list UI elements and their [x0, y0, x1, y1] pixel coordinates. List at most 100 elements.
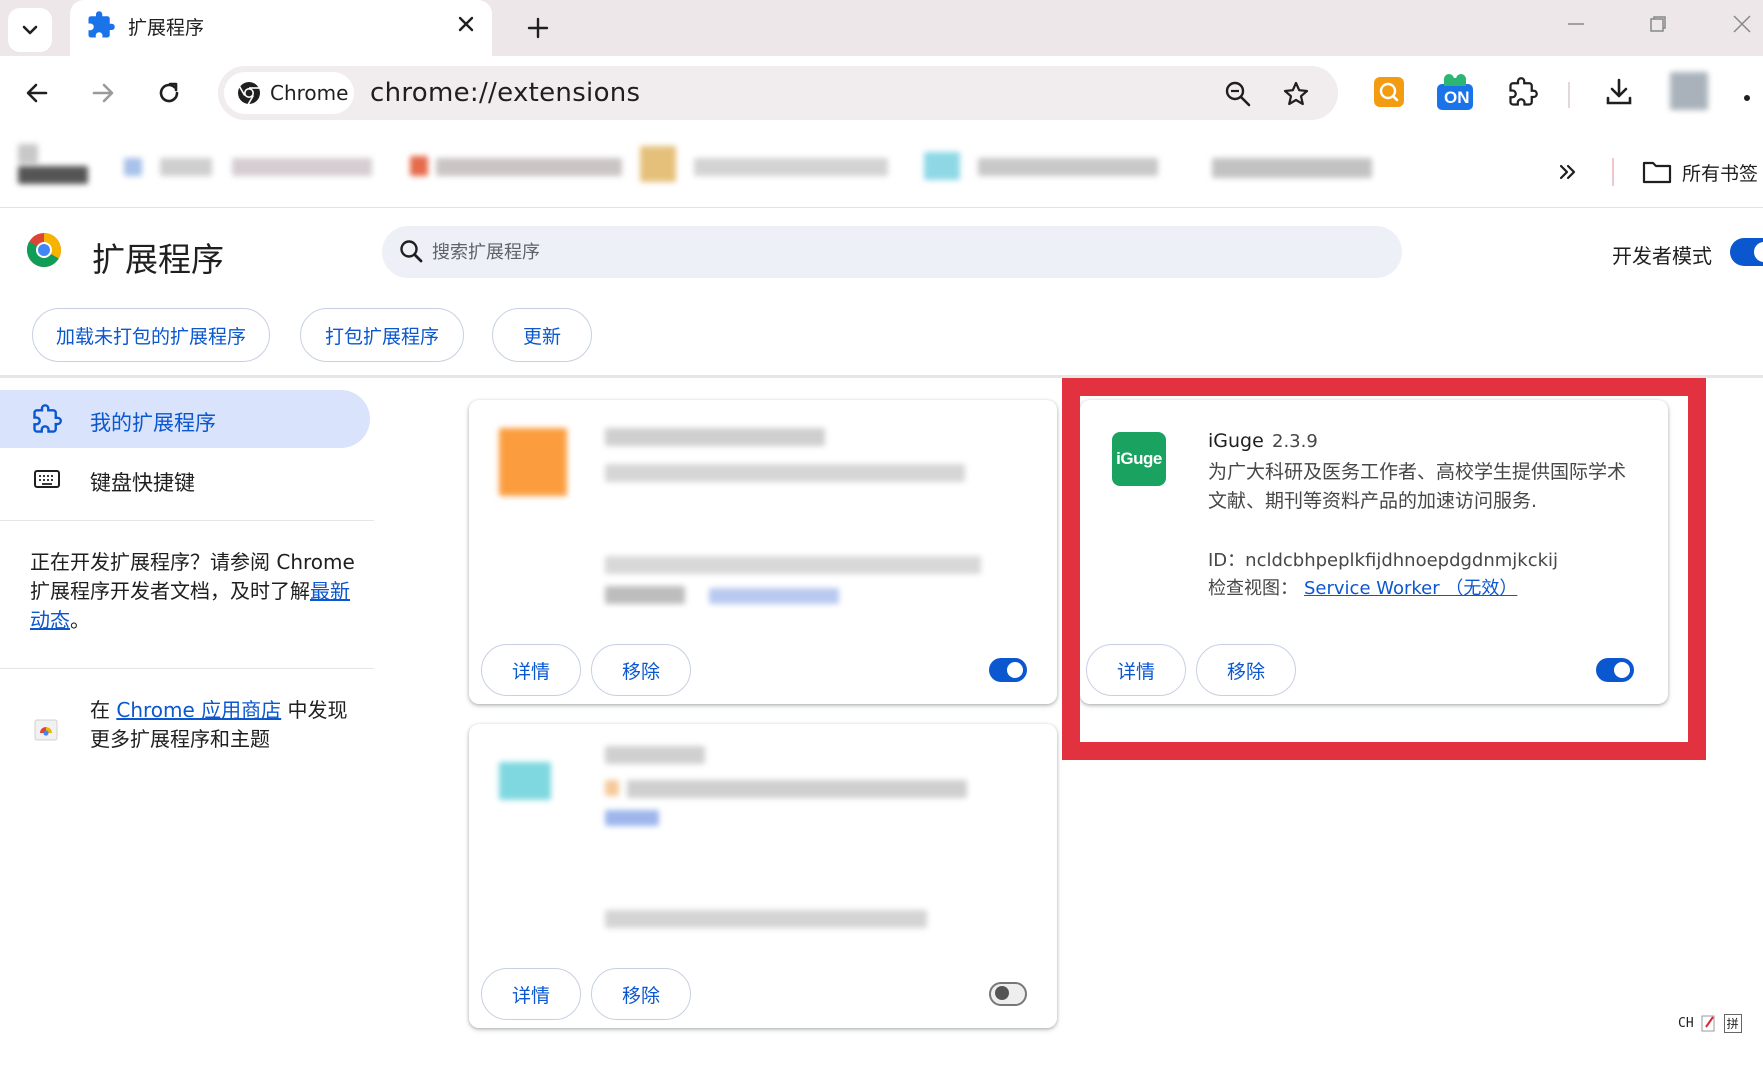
page-title: 扩展程序: [92, 240, 224, 279]
profile-button[interactable]: [1666, 68, 1712, 116]
sidebar-divider: [0, 520, 374, 521]
extension-card: 详情 移除: [469, 400, 1057, 704]
search-extensions-box[interactable]: [382, 226, 1402, 278]
remove-button[interactable]: 移除: [591, 968, 691, 1020]
ime-mode: 拼: [1723, 1013, 1742, 1033]
blurred-bookmark[interactable]: [640, 146, 676, 182]
load-unpacked-button[interactable]: 加载未打包的扩展程序: [32, 308, 270, 362]
blurred-text: [605, 910, 927, 928]
blurred-text: [605, 556, 981, 574]
web-store-promo: 在 Chrome 应用商店 中发现更多扩展程序和主题: [90, 696, 350, 754]
puzzle-icon: [88, 11, 115, 38]
developer-mode-toggle[interactable]: [1730, 238, 1763, 266]
restore-icon: [1650, 16, 1666, 32]
star-icon: [1283, 81, 1309, 106]
remove-button[interactable]: 移除: [591, 644, 691, 696]
ime-pen-icon: [1701, 1015, 1715, 1032]
bookmark-star-button[interactable]: [1276, 74, 1316, 114]
site-chip-label: Chrome: [270, 81, 349, 105]
blurred-bookmark[interactable]: [18, 144, 38, 164]
blurred-bookmark-label: [160, 158, 212, 176]
restore-button[interactable]: [1636, 6, 1680, 42]
blurred-link[interactable]: [709, 588, 839, 604]
omnibox[interactable]: Chrome chrome://extensions: [218, 66, 1338, 120]
download-icon: [1606, 78, 1632, 105]
extension-search-button[interactable]: [1366, 68, 1412, 116]
blurred-text: [605, 746, 705, 764]
chrome-icon: [238, 82, 260, 105]
url-text[interactable]: chrome://extensions: [370, 78, 640, 108]
ime-indicator[interactable]: CH 拼: [1678, 1010, 1742, 1036]
all-bookmarks-label: 所有书签: [1682, 162, 1759, 185]
blurred-bookmark[interactable]: [1212, 158, 1372, 178]
toggle-knob: [1754, 242, 1763, 262]
minimize-button[interactable]: [1554, 6, 1598, 42]
site-info-chip[interactable]: Chrome: [224, 72, 354, 114]
reload-button[interactable]: [146, 70, 192, 116]
extensions-menu-button[interactable]: [1500, 68, 1546, 116]
blurred-text: [605, 428, 825, 446]
blurred-bookmark-label: [18, 166, 88, 184]
blurred-text: [605, 810, 659, 826]
avatar: [1670, 72, 1708, 110]
promo-text: 正在开发扩展程序？请参阅 Chrome 扩展程序开发者文档，及时了解: [30, 550, 355, 603]
developer-docs-promo: 正在开发扩展程序？请参阅 Chrome 扩展程序开发者文档，及时了解最新动态。: [30, 548, 360, 635]
pack-extension-button[interactable]: 打包扩展程序: [300, 308, 464, 362]
reload-icon: [159, 82, 179, 103]
chrome-web-store-link[interactable]: Chrome 应用商店: [116, 698, 281, 722]
downloads-button[interactable]: [1596, 68, 1642, 116]
chrome-logo-icon: [27, 233, 61, 267]
zoom-out-icon: [1225, 81, 1251, 107]
all-bookmarks-button[interactable]: 所有书签: [1642, 152, 1758, 192]
tab-close-button[interactable]: [452, 10, 480, 38]
blurred-bookmark[interactable]: [410, 156, 428, 176]
more-vert-icon: [1744, 95, 1750, 101]
details-button[interactable]: 详情: [481, 644, 581, 696]
back-button[interactable]: [14, 70, 60, 116]
extensions-header: 扩展程序 开发者模式 加载未打包的扩展程序 打包扩展程序 更新: [0, 208, 1763, 378]
developer-mode-label: 开发者模式: [1612, 244, 1712, 268]
browser-toolbar: Chrome chrome://extensions ON: [0, 56, 1763, 130]
web-store-icon: [34, 719, 58, 741]
bookmarks-bar: 所有书签: [0, 130, 1763, 208]
zoom-button[interactable]: [1218, 74, 1258, 114]
sidebar: 我的扩展程序 键盘快捷键 正在开发扩展程序？请参阅 Chrome 扩展程序开发者…: [0, 380, 374, 1080]
blurred-bookmark[interactable]: [232, 158, 372, 176]
tab-strip: 扩展程序: [0, 0, 1763, 62]
new-tab-button[interactable]: [518, 8, 558, 48]
sidebar-item-keyboard-shortcuts[interactable]: 键盘快捷键: [0, 450, 370, 508]
double-chevron-right-icon: [1559, 164, 1576, 180]
blurred-text: [627, 780, 967, 798]
close-icon: [458, 16, 474, 32]
active-tab[interactable]: 扩展程序: [70, 0, 492, 62]
toggle-knob: [995, 986, 1009, 1000]
toolbar-separator: [1568, 82, 1570, 108]
close-window-button[interactable]: [1720, 6, 1763, 42]
folder-icon: [1642, 161, 1672, 184]
blurred-bookmark[interactable]: [124, 158, 142, 176]
blurred-bookmark[interactable]: [924, 152, 960, 180]
orange-search-extension-icon: [1374, 77, 1404, 107]
blurred-text: [605, 586, 685, 604]
forward-button[interactable]: [80, 70, 126, 116]
minimize-icon: [1568, 23, 1584, 25]
menu-button[interactable]: [1724, 68, 1763, 116]
close-icon: [1733, 15, 1751, 33]
promo-text-end: 。: [70, 608, 90, 632]
sidebar-item-label: 键盘快捷键: [90, 471, 195, 495]
plus-icon: [527, 17, 549, 39]
sidebar-item-my-extensions[interactable]: 我的扩展程序: [0, 390, 370, 448]
tab-search-button[interactable]: [8, 8, 52, 52]
enable-toggle[interactable]: [989, 982, 1027, 1006]
toggle-knob: [1007, 662, 1023, 678]
extension-on-button[interactable]: ON: [1432, 68, 1478, 116]
blurred-text: [605, 780, 619, 796]
arrow-left-icon: [26, 83, 48, 103]
search-input[interactable]: [432, 234, 1332, 270]
sidebar-divider: [0, 668, 374, 669]
details-button[interactable]: 详情: [481, 968, 581, 1020]
enable-toggle[interactable]: [989, 658, 1027, 682]
highlight-annotation: [1062, 378, 1706, 760]
bookmarks-overflow-button[interactable]: [1548, 152, 1588, 192]
update-button[interactable]: 更新: [492, 308, 592, 362]
